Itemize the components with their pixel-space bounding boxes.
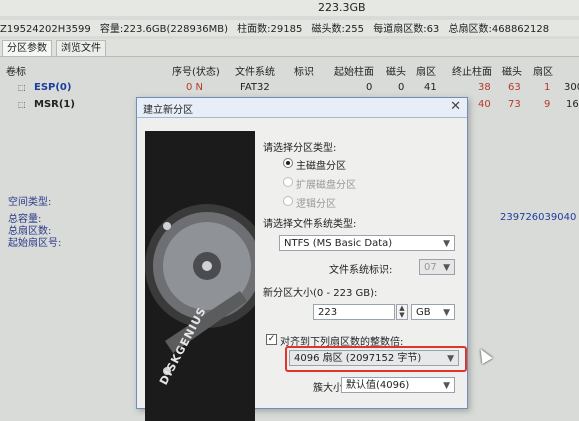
chevron-down-icon: ▼	[443, 381, 450, 391]
fs-type-value: NTFS (MS Basic Data)	[284, 238, 393, 249]
radio-primary[interactable]	[283, 158, 293, 168]
row-fs: FAT32	[240, 82, 270, 93]
sector-value: 239726039040	[500, 212, 577, 223]
row-end-cylinder: 38	[478, 82, 491, 93]
row-start-head: 0	[398, 82, 405, 93]
disk-sectors-per-track: 每道扇区数:63	[373, 24, 440, 35]
header-start-sector[interactable]: 扇区	[416, 63, 436, 78]
header-seq-status[interactable]: 序号(状态)	[172, 63, 220, 78]
fs-type-label: 请选择文件系统类型:	[263, 219, 357, 230]
partition-type-label: 请选择分区类型:	[263, 143, 337, 154]
row-seq: 0 N	[186, 82, 204, 93]
row-start-cylinder: 0	[366, 82, 373, 93]
fs-id-field[interactable]: 07 ▼	[419, 259, 455, 275]
row-end-head: 63	[508, 82, 521, 93]
tab-browse-files[interactable]: 浏览文件	[56, 40, 106, 56]
disk-capacity-bar: 223.3GB	[0, 0, 579, 16]
size-label: 新分区大小(0 - 223 GB):	[263, 288, 378, 299]
header-id[interactable]: 标识	[294, 63, 314, 78]
disk-icon: ⬚	[18, 100, 26, 109]
disk-illustration: DISKGENIUS	[145, 131, 255, 421]
disk-cylinders: 柱面数:29185	[237, 24, 303, 35]
align-value: 4096 扇区 (2097152 字节)	[294, 353, 422, 364]
row-label: MSR(1)	[34, 99, 75, 110]
tab-bar: 分区参数 浏览文件	[0, 39, 579, 57]
header-volume-label[interactable]: 卷标	[6, 63, 26, 78]
header-filesystem[interactable]: 文件系统	[235, 63, 275, 78]
radio-logical-label[interactable]: 逻辑分区	[296, 195, 336, 210]
partition-table-header: 卷标 序号(状态) 文件系统 标识 起始柱面 磁头 扇区 终止柱面 磁头 扇区	[0, 63, 579, 79]
disk-capacity: 容量:223.6GB(228936MB)	[99, 24, 228, 35]
row-end-sector: 1	[544, 82, 551, 93]
chevron-down-icon: ▼	[443, 263, 450, 273]
disk-info-line: Z19524202H3599 容量:223.6GB(228936MB) 柱面数:…	[0, 20, 579, 36]
row-end-sector: 9	[544, 99, 551, 110]
close-icon[interactable]: ✕	[450, 99, 461, 114]
size-stepper[interactable]: ▲ ▼	[396, 304, 408, 320]
cluster-value: 默认值(4096)	[346, 380, 410, 391]
fs-id-label: 文件系统标识:	[329, 265, 393, 276]
disk-serial: Z19524202H3599	[0, 24, 91, 35]
header-start-cylinder[interactable]: 起始柱面	[334, 63, 374, 78]
space-type-label: 空间类型:	[8, 197, 52, 208]
disk-heads: 磁头数:255	[311, 24, 365, 35]
header-start-head[interactable]: 磁头	[386, 63, 406, 78]
size-input[interactable]: 223	[313, 304, 395, 320]
header-end-cylinder[interactable]: 终止柱面	[452, 63, 492, 78]
fs-type-select[interactable]: NTFS (MS Basic Data) ▼	[279, 235, 455, 251]
dialog-titlebar[interactable]: 建立新分区 ✕	[137, 98, 467, 118]
cluster-select[interactable]: 默认值(4096) ▼	[341, 377, 455, 393]
fs-id-value: 07	[424, 262, 437, 273]
radio-logical[interactable]	[283, 196, 293, 206]
chevron-down-icon: ▼	[443, 239, 450, 249]
table-row[interactable]: ⬚ ESP(0) 0 N FAT32 0 0 41 38 63 1 300	[0, 82, 579, 98]
radio-primary-label[interactable]: 主磁盘分区	[296, 157, 346, 172]
row-end-cylinder: 40	[478, 99, 491, 110]
chevron-down-icon: ▼	[447, 354, 454, 364]
align-checkbox[interactable]: ✓	[266, 334, 277, 345]
disk-icon: ⬚	[18, 83, 26, 92]
header-end-head[interactable]: 磁头	[502, 63, 522, 78]
row-extra: 16	[566, 99, 579, 110]
row-end-head: 73	[508, 99, 521, 110]
disk-capacity-text: 223.3GB	[318, 1, 366, 14]
mouse-cursor-icon	[475, 345, 493, 365]
radio-extended-label[interactable]: 扩展磁盘分区	[296, 176, 356, 191]
row-extra: 300	[564, 82, 579, 93]
dialog-title: 建立新分区	[143, 105, 193, 116]
tab-partition-params[interactable]: 分区参数	[2, 40, 52, 56]
start-sector-label: 起始扇区号:	[8, 238, 62, 249]
radio-extended[interactable]	[283, 177, 293, 187]
align-select[interactable]: 4096 扇区 (2097152 字节) ▼	[289, 350, 459, 366]
header-end-sector[interactable]: 扇区	[533, 63, 553, 78]
chevron-down-icon: ▼	[443, 308, 450, 318]
row-label: ESP(0)	[34, 82, 72, 93]
disk-total-sectors: 总扇区数:468862128	[448, 24, 550, 35]
row-start-sector: 41	[424, 82, 437, 93]
size-unit-select[interactable]: GB ▼	[411, 304, 455, 320]
size-unit-value: GB	[416, 307, 431, 318]
new-partition-dialog: 建立新分区 ✕ DISKGENIUS 请选择分区类型: 主磁盘分区 扩展磁盘分区…	[136, 97, 468, 421]
size-value: 223	[318, 307, 338, 318]
